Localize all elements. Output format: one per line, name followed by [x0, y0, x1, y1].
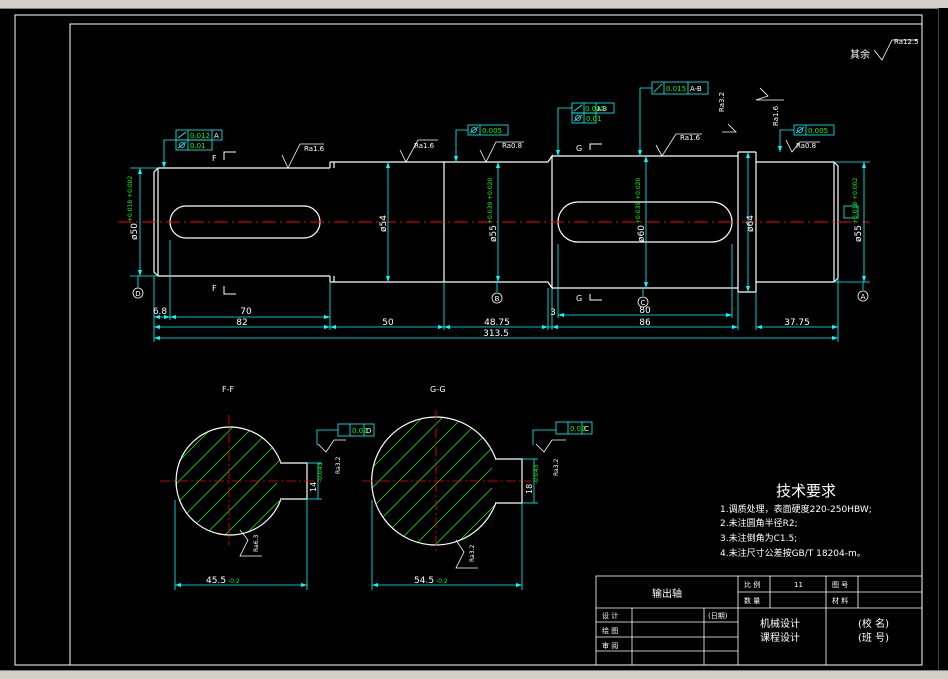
dia-50: ø50: [130, 223, 140, 240]
dia-60: ø60: [637, 225, 647, 242]
cad-drawing-viewport[interactable]: 6.8 70 82 50 48.75 3 80 86 37.75 313.5 ø…: [0, 0, 948, 679]
section-ff: F-F 45.5 -0.2 14 -0.043 0.02 D Ra3.2 Ra6…: [160, 385, 375, 590]
tb-design-label: 设 计: [602, 611, 618, 620]
gdt-runout-1: 0.012: [190, 132, 210, 140]
tb-draw-label: 绘 图: [602, 626, 618, 635]
dia-55-tol: +0.039 +0.020: [487, 178, 494, 224]
notes-item-1: 1.调质处理，表面硬度220-250HBW;: [720, 503, 872, 515]
section-gg-hatch: [372, 417, 500, 545]
section-ff-title: F-F: [222, 385, 234, 394]
tb-check-label: 审 阅: [602, 641, 618, 650]
section-gg-width-tol: -0.2: [436, 578, 448, 585]
gdt-datum-2: A-B: [597, 106, 607, 113]
datum-symbols: [132, 287, 869, 308]
dia-55-right-tol: +0.018 +0.002: [852, 178, 859, 224]
tb-school-line2: (班 号): [858, 632, 889, 644]
section-gg-title: G-G: [430, 385, 446, 394]
section-ff-roughness-key: Ra3.2: [335, 457, 342, 474]
tb-scale-value: 11: [794, 581, 803, 589]
section-ff-width: 45.5: [206, 576, 226, 586]
roughness-seg3: Ra0.8: [502, 142, 522, 150]
section-f-top: F: [212, 154, 217, 163]
tb-part-name: 输出轴: [652, 587, 682, 600]
gdt-cyl-3: 0.01: [586, 115, 602, 123]
notes-title: 技术要求: [776, 482, 836, 500]
notes-item-4: 4.未注尺寸公差按GB/T 18204-m。: [720, 547, 866, 559]
section-gg-roughness-key: Ra3.2: [553, 459, 560, 476]
roughness-seg1: Ra1.6: [304, 145, 325, 153]
tb-scale-label: 比 例: [744, 580, 760, 589]
tb-drawing-no-label: 图 号: [832, 581, 848, 589]
dim-86: 86: [639, 318, 651, 328]
roughness-default-label: 其余: [850, 48, 870, 61]
section-gg-key: 18: [525, 484, 534, 494]
section-gg: G-G 54.5 -0.2 18 -0.043 0.02 C Ra3.2 Ra3…: [362, 385, 593, 590]
gdt-cyl-2: 0.005: [482, 127, 502, 135]
section-g-top: G: [576, 144, 582, 153]
dim-48-75: 48.75: [484, 318, 510, 328]
tb-school-line1: (校 名): [858, 617, 889, 630]
datum-a: A: [861, 293, 866, 301]
dim-50: 50: [382, 318, 394, 328]
section-ff-width-tol: -0.2: [228, 578, 240, 585]
section-g-bottom: G: [576, 294, 582, 303]
title-block-texts: 输出轴 比 例 11 图 号 数 量 材 料 设 计 (日期) 绘 图 审 阅 …: [602, 580, 889, 650]
roughness-symbols: [281, 39, 918, 169]
gdt-datum-3: A-B: [690, 85, 702, 93]
dim-6-8: 6.8: [153, 307, 168, 317]
gdt-cyl-1: 0.01: [190, 142, 206, 150]
tb-course-line1: 机械设计: [760, 617, 800, 630]
gdt-frames: [175, 81, 835, 151]
gdt-datum-1: A: [214, 132, 219, 140]
dim-313-5: 313.5: [483, 329, 509, 339]
tb-date-label: (日期): [708, 612, 728, 620]
section-gg-gdt-datum: C: [584, 425, 589, 433]
gdt-runout-3: 0.015: [666, 85, 686, 93]
roughness-face: Ra3.2: [718, 92, 726, 112]
section-ff-roughness-face: Ra6.3: [253, 535, 260, 552]
notes-item-3: 3.未注倒角为C1.5;: [720, 532, 797, 544]
dia-54: ø54: [379, 215, 389, 232]
datum-d: D: [135, 290, 140, 298]
roughness-default-value: Ra12.5: [894, 38, 919, 46]
shaft-drawing: 6.8 70 82 50 48.75 3 80 86 37.75 313.5 ø…: [14, 14, 923, 666]
datum-b: B: [495, 295, 500, 303]
dia-50-tol: +0.018 +0.002: [127, 176, 134, 222]
roughness-texts: 其余 Ra12.5 Ra1.6 Ra1.6 Ra0.8 Ra1.6 Ra3.2 …: [304, 38, 919, 153]
gdt-cyl-4: 0.005: [808, 127, 828, 135]
dim-70: 70: [240, 307, 252, 317]
technical-notes: 技术要求 1.调质处理，表面硬度220-250HBW; 2.未注圆角半径R2; …: [720, 482, 872, 559]
dia-55-right: ø55: [854, 225, 864, 242]
section-gg-width: 54.5: [414, 576, 434, 586]
dim-37-75: 37.75: [784, 318, 810, 328]
dia-55: ø55: [489, 225, 499, 242]
gdt-symbol-glyphs: [177, 83, 805, 149]
roughness-collar: Ra1.6: [772, 105, 780, 126]
length-dimension-texts: 6.8 70 82 50 48.75 3 80 86 37.75 313.5: [153, 306, 810, 339]
gdt-texts: 0.012 A 0.01 0.005 0.015 A-B 0.01 0.015 …: [190, 85, 828, 150]
tb-material-label: 材 料: [832, 596, 848, 605]
section-f-bottom: F: [212, 284, 217, 293]
vertical-scrollbar[interactable]: [938, 8, 948, 670]
roughness-seg4: Ra1.6: [680, 134, 701, 142]
notes-item-2: 2.未注圆角半径R2;: [720, 517, 798, 529]
section-ff-key-tol: -0.043: [317, 462, 324, 482]
dim-82: 82: [236, 318, 247, 328]
roughness-seg2: Ra1.6: [414, 142, 435, 150]
dim-80: 80: [639, 306, 651, 316]
tb-qty-label: 数 量: [744, 596, 760, 605]
diameter-texts: ø50 +0.018 +0.002 ø54 ø55 +0.039 +0.020 …: [127, 176, 864, 242]
dia-64: ø64: [746, 215, 756, 232]
roughness-seg6: Ra0.8: [796, 142, 816, 150]
section-gg-roughness-face: Ra3.2: [469, 545, 476, 562]
dia-60-tol: +0.039 +0.020: [635, 178, 642, 224]
drawing-frame: [14, 14, 923, 666]
dim-3: 3: [550, 308, 556, 318]
tb-course-line2: 课程设计: [760, 631, 800, 644]
datum-c: C: [641, 299, 646, 307]
section-ff-gdt-datum: D: [366, 427, 371, 435]
section-ff-key: 14: [309, 482, 318, 492]
section-gg-key-tol: -0.043: [533, 464, 540, 484]
